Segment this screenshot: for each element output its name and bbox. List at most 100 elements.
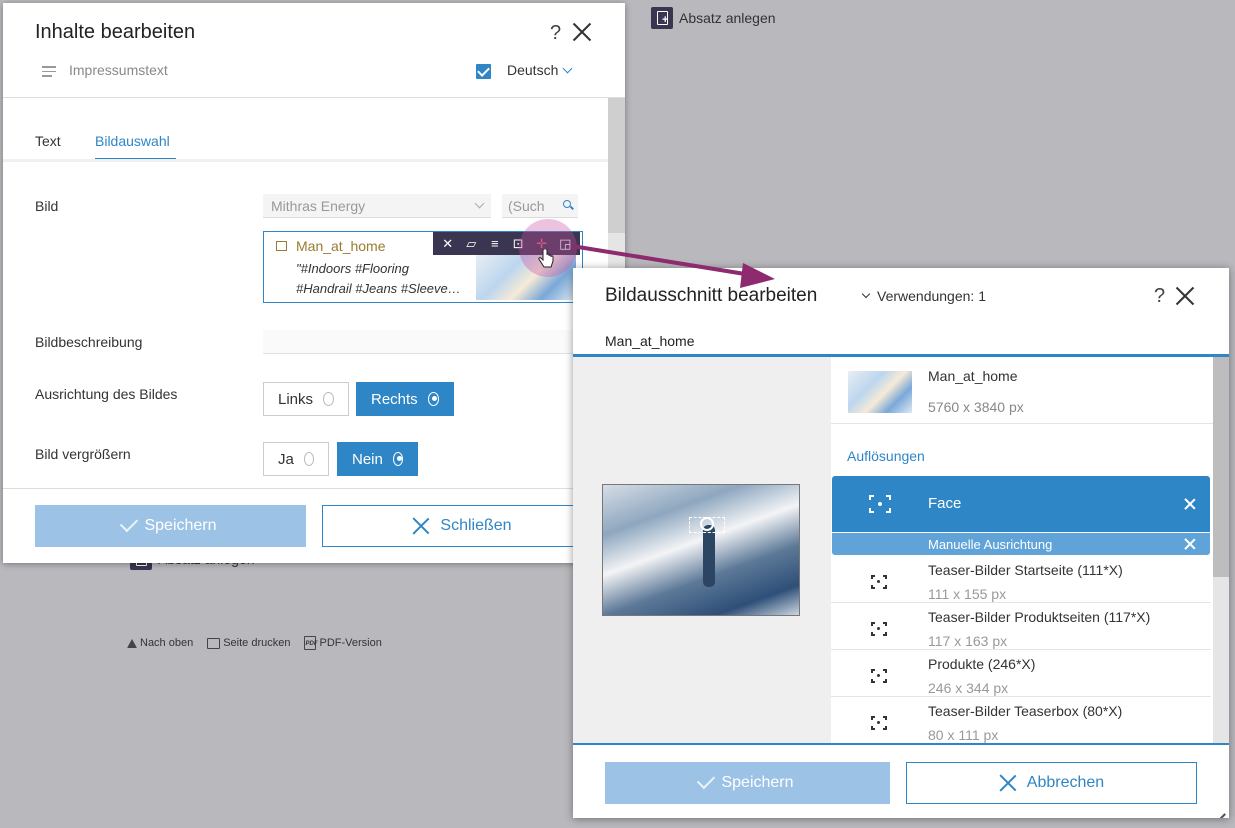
close-icon[interactable]: [1175, 286, 1195, 306]
radio-label: Nein: [352, 450, 383, 468]
chevron-down-icon: [474, 198, 485, 209]
back-to-top-link[interactable]: Nach oben: [127, 636, 193, 650]
image-file-icon: [276, 241, 287, 251]
meta-divider: [831, 423, 1213, 424]
printer-icon: [207, 637, 221, 649]
cancel-button[interactable]: Abbrechen: [906, 762, 1197, 804]
cancel-label: Abbrechen: [1026, 774, 1105, 791]
resolution-name: Teaser-Bilder Produktseiten (117*X): [928, 609, 1151, 625]
image-thumbnail: [848, 371, 912, 413]
search-placeholder: (Such: [508, 198, 545, 214]
check-icon: [120, 513, 139, 533]
radio-label: Ja: [278, 450, 294, 468]
image-meta-name: Man_at_home: [928, 368, 1018, 384]
focus-point-icon: [871, 669, 887, 683]
resolution-size: 246 x 344 px: [928, 680, 1009, 696]
dialog-title: Bildausschnitt bearbeiten: [605, 285, 818, 306]
align-left-radio[interactable]: Links: [263, 382, 349, 416]
enlarge-yes-radio[interactable]: Ja: [263, 442, 329, 476]
check-icon: [697, 770, 716, 790]
focus-point-icon: [871, 716, 887, 730]
radio-label: Links: [278, 390, 314, 408]
focus-point-icon: [869, 495, 891, 513]
radio-selected-icon: [427, 392, 439, 406]
vergroessern-label: Bild vergrößern: [35, 446, 131, 462]
dialog-scroll-thumb[interactable]: [608, 98, 625, 233]
edit-content-dialog: Inhalte bearbeiten ? Impressumstext Deut…: [3, 3, 625, 563]
close-icon[interactable]: ✕: [439, 236, 457, 252]
resolution-size: 80 x 111 px: [928, 727, 999, 743]
tab-bildauswahl[interactable]: Bildauswahl: [95, 133, 170, 149]
bild-label: Bild: [35, 198, 59, 214]
resolution-name: Teaser-Bilder Startseite (111*X): [928, 562, 1123, 578]
radio-circle-icon: [323, 392, 334, 406]
radio-label: Rechts: [371, 390, 418, 408]
add-paragraph-label: Absatz anlegen: [679, 10, 776, 26]
chevron-down-icon: [562, 63, 573, 74]
resolution-row[interactable]: Produkte (246*X) 246 x 344 px: [831, 650, 1211, 697]
remove-icon[interactable]: [1184, 498, 1196, 510]
resolution-name: Teaser-Bilder Teaserbox (80*X): [928, 703, 1123, 719]
enlarge-no-radio[interactable]: Nein: [337, 442, 418, 476]
image-tags: "#Indoors #Flooring #Handrail #Jeans #Sl…: [296, 259, 476, 299]
print-page-link[interactable]: Seite drucken: [207, 636, 290, 650]
close-icon: [412, 517, 430, 535]
manual-alignment-row[interactable]: Manuelle Ausrichtung: [832, 533, 1210, 555]
radio-selected-icon: [392, 452, 403, 466]
close-label: Schließen: [440, 517, 512, 534]
resize-handle-icon[interactable]: [1215, 804, 1225, 814]
resolution-face-active[interactable]: Face: [832, 476, 1210, 532]
resolution-face-label: Face: [928, 495, 962, 512]
resolution-row[interactable]: Teaser-Bilder Startseite (111*X) 111 x 1…: [831, 556, 1211, 603]
edit-list-icon[interactable]: ≡: [486, 236, 504, 251]
image-name: Man_at_home: [296, 238, 386, 254]
help-icon[interactable]: ?: [550, 22, 561, 45]
tab-divider: [3, 159, 608, 162]
focus-point-handle[interactable]: [700, 517, 714, 531]
crop-preview-image[interactable]: [602, 484, 800, 616]
image-description-input[interactable]: [263, 330, 608, 354]
page-footer-links: Nach oben Seite drucken PDF PDF-Version: [127, 636, 382, 650]
language-checkbox[interactable]: [476, 64, 491, 79]
hand-cursor-icon: [538, 249, 554, 268]
search-icon[interactable]: [563, 200, 571, 208]
align-right-radio[interactable]: Rechts: [356, 382, 454, 416]
image-tags-line: "#Indoors #Flooring: [296, 261, 410, 276]
ausrichtung-label: Ausrichtung des Bildes: [35, 386, 178, 402]
help-icon[interactable]: ?: [1154, 285, 1165, 308]
chevron-down-icon: [861, 289, 871, 299]
language-select[interactable]: Deutsch: [507, 62, 573, 78]
close-button[interactable]: Schließen: [322, 505, 602, 547]
image-name-heading: Man_at_home: [605, 333, 695, 349]
close-icon[interactable]: [572, 22, 592, 42]
language-label: Deutsch: [507, 62, 559, 78]
add-paragraph-link-top[interactable]: Absatz anlegen: [651, 7, 776, 29]
close-icon: [999, 774, 1017, 792]
accent-divider: [573, 743, 1229, 745]
save-label: Speichern: [721, 774, 794, 791]
pdf-version-link[interactable]: PDF PDF-Version: [304, 636, 382, 650]
resolution-row[interactable]: Teaser-Bilder Produktseiten (117*X) 117 …: [831, 603, 1211, 650]
focus-point-icon: [871, 575, 887, 589]
resolution-name: Produkte (246*X): [928, 656, 1036, 672]
image-source-select[interactable]: Mithras Energy: [263, 194, 491, 218]
save-button[interactable]: Speichern: [35, 505, 306, 547]
resolution-list: Man_at_home 5760 x 3840 px Auflösungen F…: [831, 357, 1213, 744]
tab-bar: Text Bildauswahl: [3, 97, 608, 161]
usage-toggle[interactable]: Verwendungen: 1: [861, 288, 986, 304]
folder-open-icon[interactable]: ▱: [462, 236, 480, 252]
tab-text[interactable]: Text: [35, 133, 61, 149]
save-button[interactable]: Speichern: [605, 762, 890, 804]
image-search-input[interactable]: (Such: [502, 194, 578, 218]
document-add-icon: [651, 7, 673, 29]
resolution-row[interactable]: Teaser-Bilder Teaserbox (80*X) 80 x 111 …: [831, 697, 1211, 744]
resolution-size: 111 x 155 px: [928, 586, 1007, 602]
image-source-value: Mithras Energy: [271, 198, 366, 214]
list-scroll-thumb[interactable]: [1213, 357, 1229, 577]
resolution-size: 117 x 163 px: [928, 633, 1008, 649]
focus-point-icon: [871, 622, 887, 636]
save-label: Speichern: [144, 517, 217, 534]
manual-alignment-label: Manuelle Ausrichtung: [928, 537, 1053, 552]
image-meta-dimensions: 5760 x 3840 px: [928, 399, 1024, 415]
remove-icon[interactable]: [1184, 538, 1196, 550]
